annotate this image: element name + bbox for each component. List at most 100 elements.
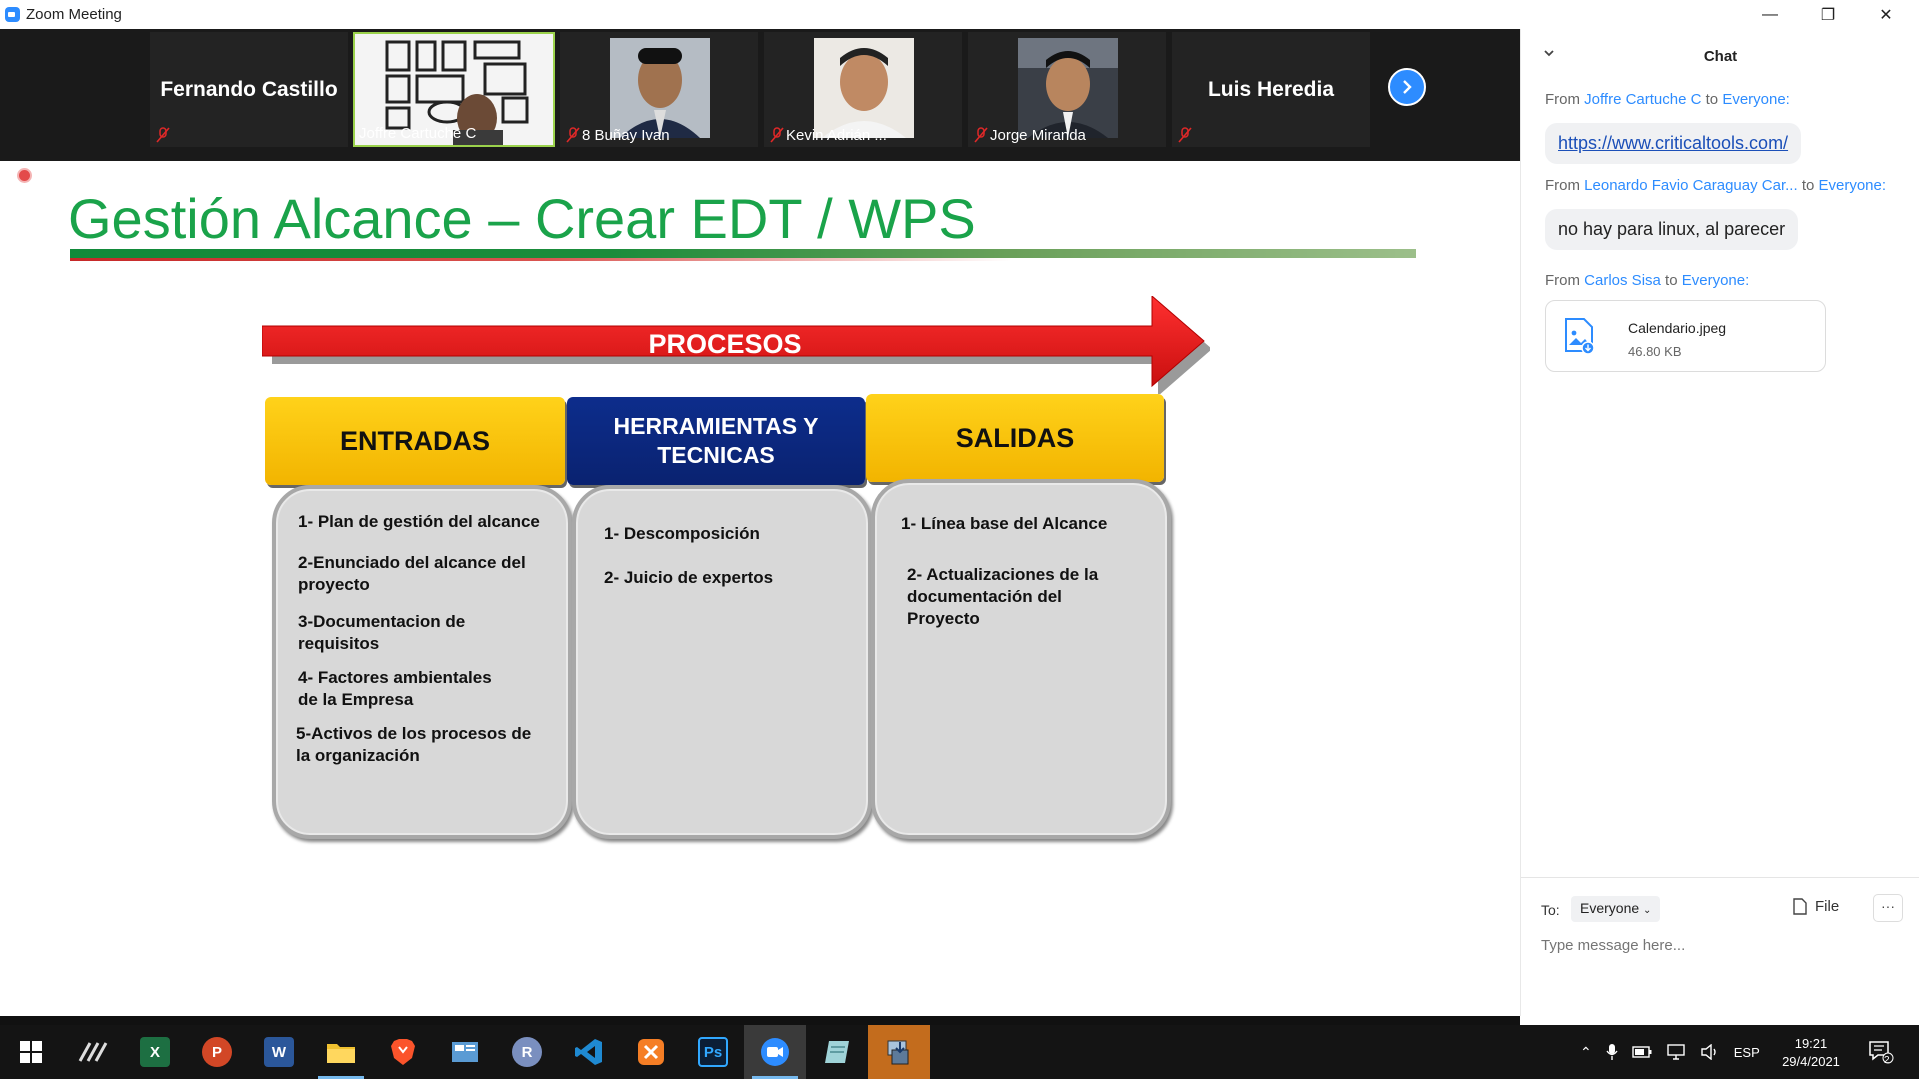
- file-name: Calendario.jpeg: [1628, 320, 1727, 336]
- brave-icon: [391, 1039, 415, 1065]
- file-button-label: File: [1815, 898, 1840, 915]
- windows-taskbar: X P W R Ps ⌃ ESP 19:21 29/4/2021 2: [0, 1025, 1919, 1079]
- from-label: From: [1545, 177, 1580, 194]
- chevron-up-icon[interactable]: ⌃: [1580, 1044, 1592, 1061]
- more-options-button[interactable]: ···: [1873, 894, 1903, 922]
- slide-title: Gestión Alcance – Crear EDT / WPS: [68, 187, 976, 250]
- list-item: 3-Documentacion de requisitos: [298, 612, 466, 653]
- file-size: 46.80 KB: [1628, 344, 1682, 359]
- participant-name: 8 Buñay Ivan: [582, 127, 670, 144]
- participant-tile[interactable]: Luis Heredia: [1172, 32, 1370, 147]
- battery-icon[interactable]: [1632, 1046, 1652, 1058]
- language-indicator[interactable]: ESP: [1734, 1045, 1760, 1060]
- sender-name[interactable]: Leonardo Favio Caraguay Car...: [1584, 177, 1797, 194]
- volume-icon[interactable]: [1700, 1044, 1720, 1060]
- restore-button[interactable]: ❐: [1799, 0, 1857, 29]
- participant-name: Kevin Adrián ...: [786, 127, 887, 144]
- header-salidas: SALIDAS: [866, 394, 1164, 482]
- shared-screen-slide: Gestión Alcance – Crear EDT / WPS PROCES…: [0, 161, 1520, 1016]
- close-button[interactable]: ✕: [1857, 0, 1915, 29]
- list-item: 1- Plan de gestión del alcance: [298, 512, 540, 531]
- message-input[interactable]: [1541, 934, 1901, 956]
- participant-tile[interactable]: Kevin Adrián ...: [764, 32, 962, 147]
- clock[interactable]: 19:21 29/4/2021: [1774, 1025, 1848, 1079]
- taskbar-app-xampp[interactable]: [620, 1025, 682, 1079]
- video-feed: [610, 38, 710, 138]
- chevron-right-icon: [1403, 80, 1412, 94]
- header-entradas: ENTRADAS: [265, 397, 565, 485]
- notification-count: 2: [1884, 1055, 1890, 1066]
- network-icon[interactable]: [1666, 1044, 1686, 1060]
- participant-name: Luis Heredia: [1207, 78, 1335, 101]
- muted-mic-icon: [1178, 127, 1192, 143]
- to-word: to: [1801, 177, 1815, 194]
- file-attachment[interactable]: Calendario.jpeg 46.80 KB: [1545, 300, 1826, 372]
- chat-panel: Chat From Joffre Cartuche C to Everyone:…: [1520, 29, 1919, 1016]
- taskbar-app-photoshop[interactable]: Ps: [682, 1025, 744, 1079]
- word-icon: W: [264, 1037, 294, 1067]
- list-item: 2- Juicio de expertos: [604, 568, 774, 587]
- send-file-button[interactable]: File: [1793, 898, 1839, 915]
- column-salidas: 1- Línea base del Alcance 2- Actualizaci…: [871, 479, 1171, 839]
- video-feed: [1018, 38, 1118, 138]
- panel-icon: [452, 1042, 478, 1062]
- recipient-select-value: Everyone: [1580, 900, 1640, 916]
- recipient-select[interactable]: Everyone ⌄: [1571, 896, 1661, 922]
- column-entradas: 1- Plan de gestión del alcance 2-Enuncia…: [272, 485, 572, 839]
- window-title: Zoom Meeting: [26, 6, 122, 23]
- list-item: 5-Activos de los procesos de la organiza…: [296, 724, 532, 765]
- muted-mic-icon: [770, 127, 784, 143]
- taskbar-app-pen[interactable]: [62, 1025, 124, 1079]
- taskbar-app-explorer[interactable]: [310, 1025, 372, 1079]
- window-titlebar: Zoom Meeting — ❐ ✕: [0, 0, 1919, 29]
- gallery-next-button[interactable]: [1388, 68, 1426, 106]
- chat-composer: To: Everyone ⌄ File ···: [1521, 877, 1919, 1016]
- participant-tile[interactable]: 8 Buñay Ivan: [560, 32, 758, 147]
- muted-mic-icon: [974, 127, 988, 143]
- sender-name[interactable]: Carlos Sisa: [1584, 272, 1661, 289]
- taskbar-app-notes[interactable]: [806, 1025, 868, 1079]
- recording-indicator-icon: [17, 168, 32, 183]
- list-item: 4- Factores ambientales de la Empresa: [298, 668, 492, 709]
- taskbar-app-brave[interactable]: [372, 1025, 434, 1079]
- notification-icon: [1869, 1041, 1894, 1064]
- taskbar-app-zoom[interactable]: [744, 1025, 806, 1079]
- participant-tile[interactable]: Fernando Castillo: [150, 32, 348, 147]
- participant-tile-active[interactable]: Joffre Cartuche C: [353, 32, 555, 147]
- microphone-icon[interactable]: [1606, 1043, 1618, 1061]
- muted-mic-icon: [156, 127, 170, 143]
- taskbar-app-word[interactable]: W: [248, 1025, 310, 1079]
- taskbar-app-controlpanel[interactable]: [434, 1025, 496, 1079]
- recipient-name: Everyone:: [1722, 91, 1790, 108]
- minimize-button[interactable]: —: [1741, 0, 1799, 29]
- pen-icon: [78, 1042, 108, 1062]
- taskbar-app-installer[interactable]: [868, 1025, 930, 1079]
- message-meta: From Carlos Sisa to Everyone:: [1545, 272, 1749, 289]
- zoom-icon: [761, 1038, 789, 1066]
- list-item: 2-Enunciado del alcance del proyecto: [298, 553, 526, 594]
- clock-time: 19:21: [1794, 1035, 1828, 1051]
- participant-name: Fernando Castillo: [160, 78, 338, 101]
- column-herramientas: 1- Descomposición 2- Juicio de expertos: [572, 485, 872, 839]
- participant-name: Joffre Cartuche C: [359, 125, 477, 142]
- notification-center-button[interactable]: 2: [1868, 1025, 1894, 1079]
- screen-share-border: [0, 1016, 1520, 1025]
- image-file-icon: [1565, 318, 1594, 354]
- taskbar-app-excel[interactable]: X: [124, 1025, 186, 1079]
- message-link[interactable]: https://www.criticaltools.com/: [1545, 123, 1802, 164]
- r-icon: R: [512, 1037, 542, 1067]
- powerpoint-icon: P: [202, 1037, 232, 1067]
- sender-name[interactable]: Joffre Cartuche C: [1584, 91, 1701, 108]
- start-button[interactable]: [0, 1025, 62, 1079]
- excel-icon: X: [140, 1037, 170, 1067]
- taskbar-app-powerpoint[interactable]: P: [186, 1025, 248, 1079]
- system-tray: ⌃ ESP: [1580, 1025, 1760, 1079]
- clock-date: 29/4/2021: [1782, 1053, 1840, 1069]
- taskbar-app-vscode[interactable]: [558, 1025, 620, 1079]
- recipient-name: Everyone:: [1818, 177, 1887, 194]
- participant-tile[interactable]: Jorge Miranda: [968, 32, 1166, 147]
- arrow-label: PROCESOS: [648, 329, 802, 359]
- taskbar-app-r[interactable]: R: [496, 1025, 558, 1079]
- file-icon: [1793, 898, 1807, 915]
- to-word: to: [1705, 91, 1719, 108]
